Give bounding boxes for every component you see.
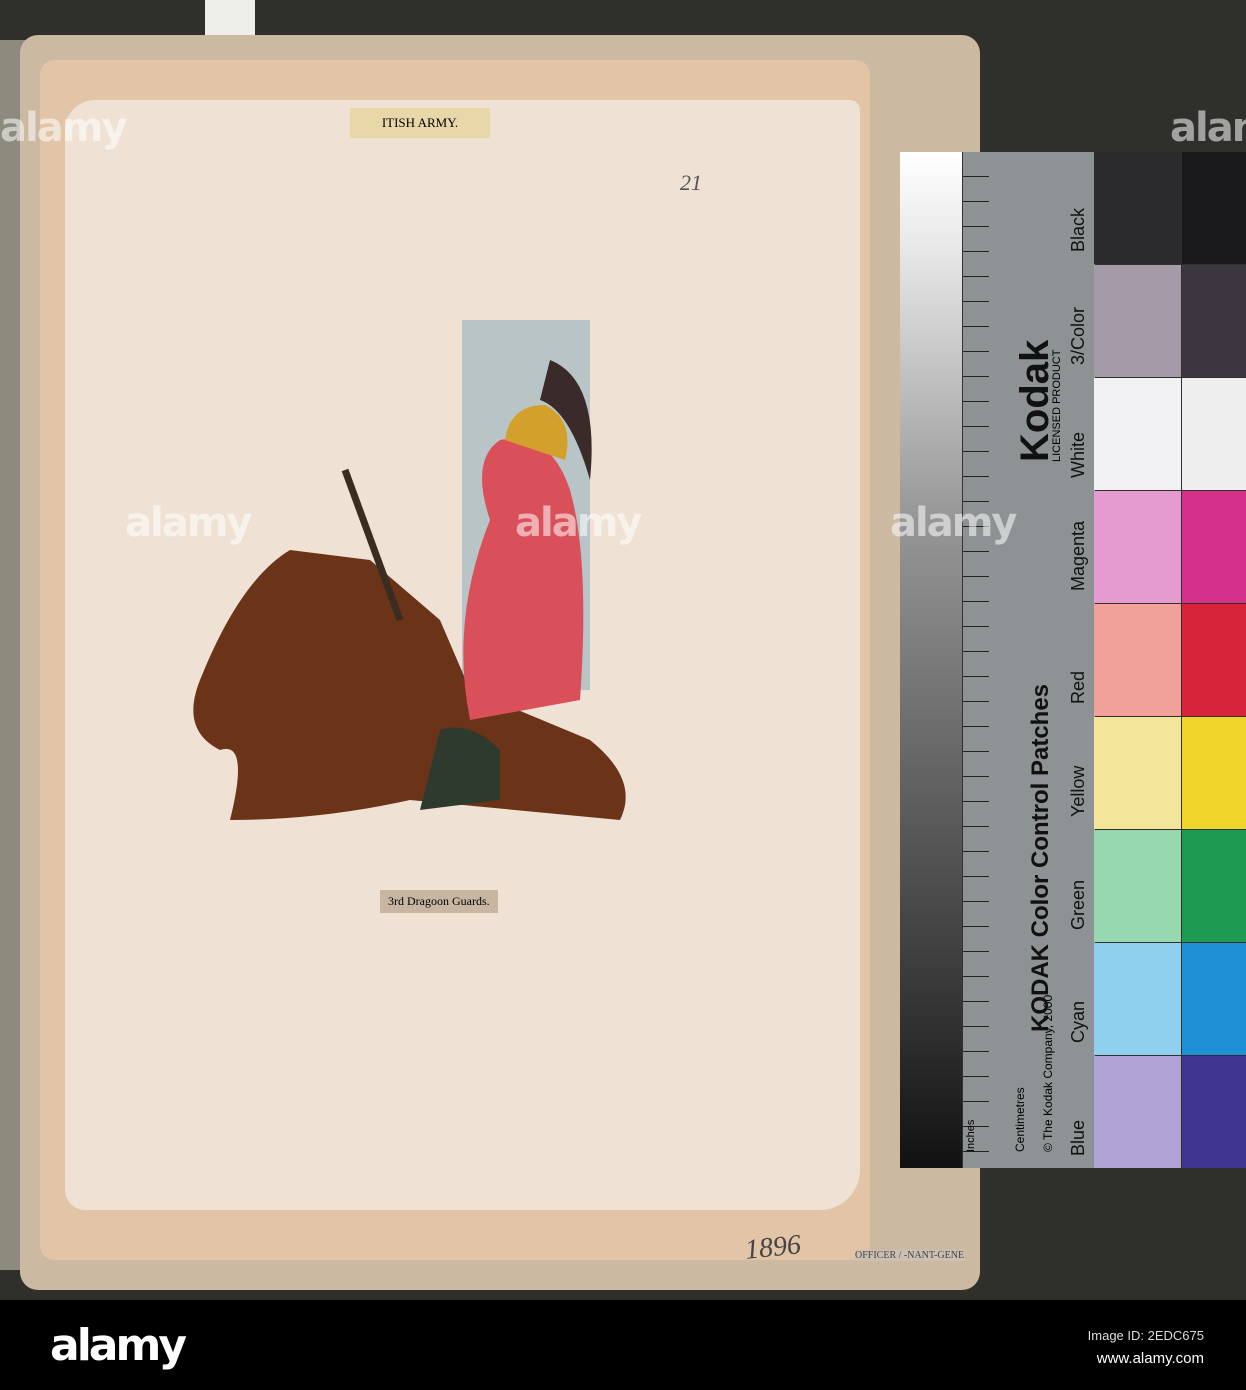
color-patch: [1182, 152, 1246, 264]
alamy-url: www.alamy.com: [1096, 1350, 1204, 1367]
caption: 3rd Dragoon Guards.: [380, 890, 498, 913]
color-patch: [1094, 378, 1181, 490]
patch-label: Green: [1068, 879, 1088, 930]
watermark: alamy: [515, 500, 642, 546]
patch-label: White: [1068, 431, 1088, 478]
dragoon-illustration: [193, 360, 626, 820]
watermark: alamy: [1170, 105, 1246, 151]
color-patch: [1182, 830, 1246, 942]
color-patch: [1094, 830, 1181, 942]
patch-label: Yellow: [1068, 765, 1088, 817]
header-label: ITISH ARMY.: [350, 108, 490, 138]
watermark: alamy: [0, 105, 127, 151]
image-id: Image ID: 2EDC675: [1087, 1328, 1204, 1343]
color-patch: [1094, 265, 1181, 377]
color-patch: [1182, 1056, 1246, 1168]
patch-label: 3/Color: [1068, 306, 1088, 365]
centimetres-label: Centimetres: [1013, 1087, 1027, 1152]
color-patch: [1182, 604, 1246, 716]
color-patch: [1182, 378, 1246, 490]
year-annotation: 1896: [743, 1229, 803, 1266]
color-patch: [1182, 265, 1246, 377]
alamy-logo: alamy: [50, 1320, 187, 1371]
target-title: KODAK Color Control Patches: [1027, 683, 1054, 1032]
color-patch: [1094, 943, 1181, 1055]
scrapbook-photo: ITISH ARMY. 21 3rd Dragoon Guards. 1896 …: [0, 0, 1246, 1300]
color-patch: [1094, 152, 1181, 264]
coat-shape: [463, 438, 584, 720]
paper-tab: [205, 0, 255, 40]
inch-ticks: [963, 152, 989, 1168]
watermark: alamy: [890, 500, 1017, 546]
patch-label: Cyan: [1068, 1000, 1088, 1043]
color-patch: [1094, 491, 1181, 603]
color-patch: [1094, 604, 1181, 716]
licensed-label: LICENSED PRODUCT: [1051, 349, 1063, 462]
page-number: 21: [680, 170, 702, 195]
bottom-print: OFFICER / -NANT-GENE: [855, 1250, 965, 1261]
grayscale-strip: [900, 152, 962, 1168]
color-patch: [1182, 943, 1246, 1055]
color-patch: [1182, 491, 1246, 603]
watermark: alamy: [125, 500, 252, 546]
color-patch: [1094, 1056, 1181, 1168]
patch-label: Blue: [1068, 1119, 1088, 1156]
patch-label: Black: [1068, 207, 1088, 252]
color-patch: [1094, 717, 1181, 829]
patch-label: Red: [1068, 670, 1088, 704]
inches-label: Inches: [965, 1119, 977, 1152]
patch-label: Magenta: [1068, 520, 1088, 591]
color-patch: [1182, 717, 1246, 829]
